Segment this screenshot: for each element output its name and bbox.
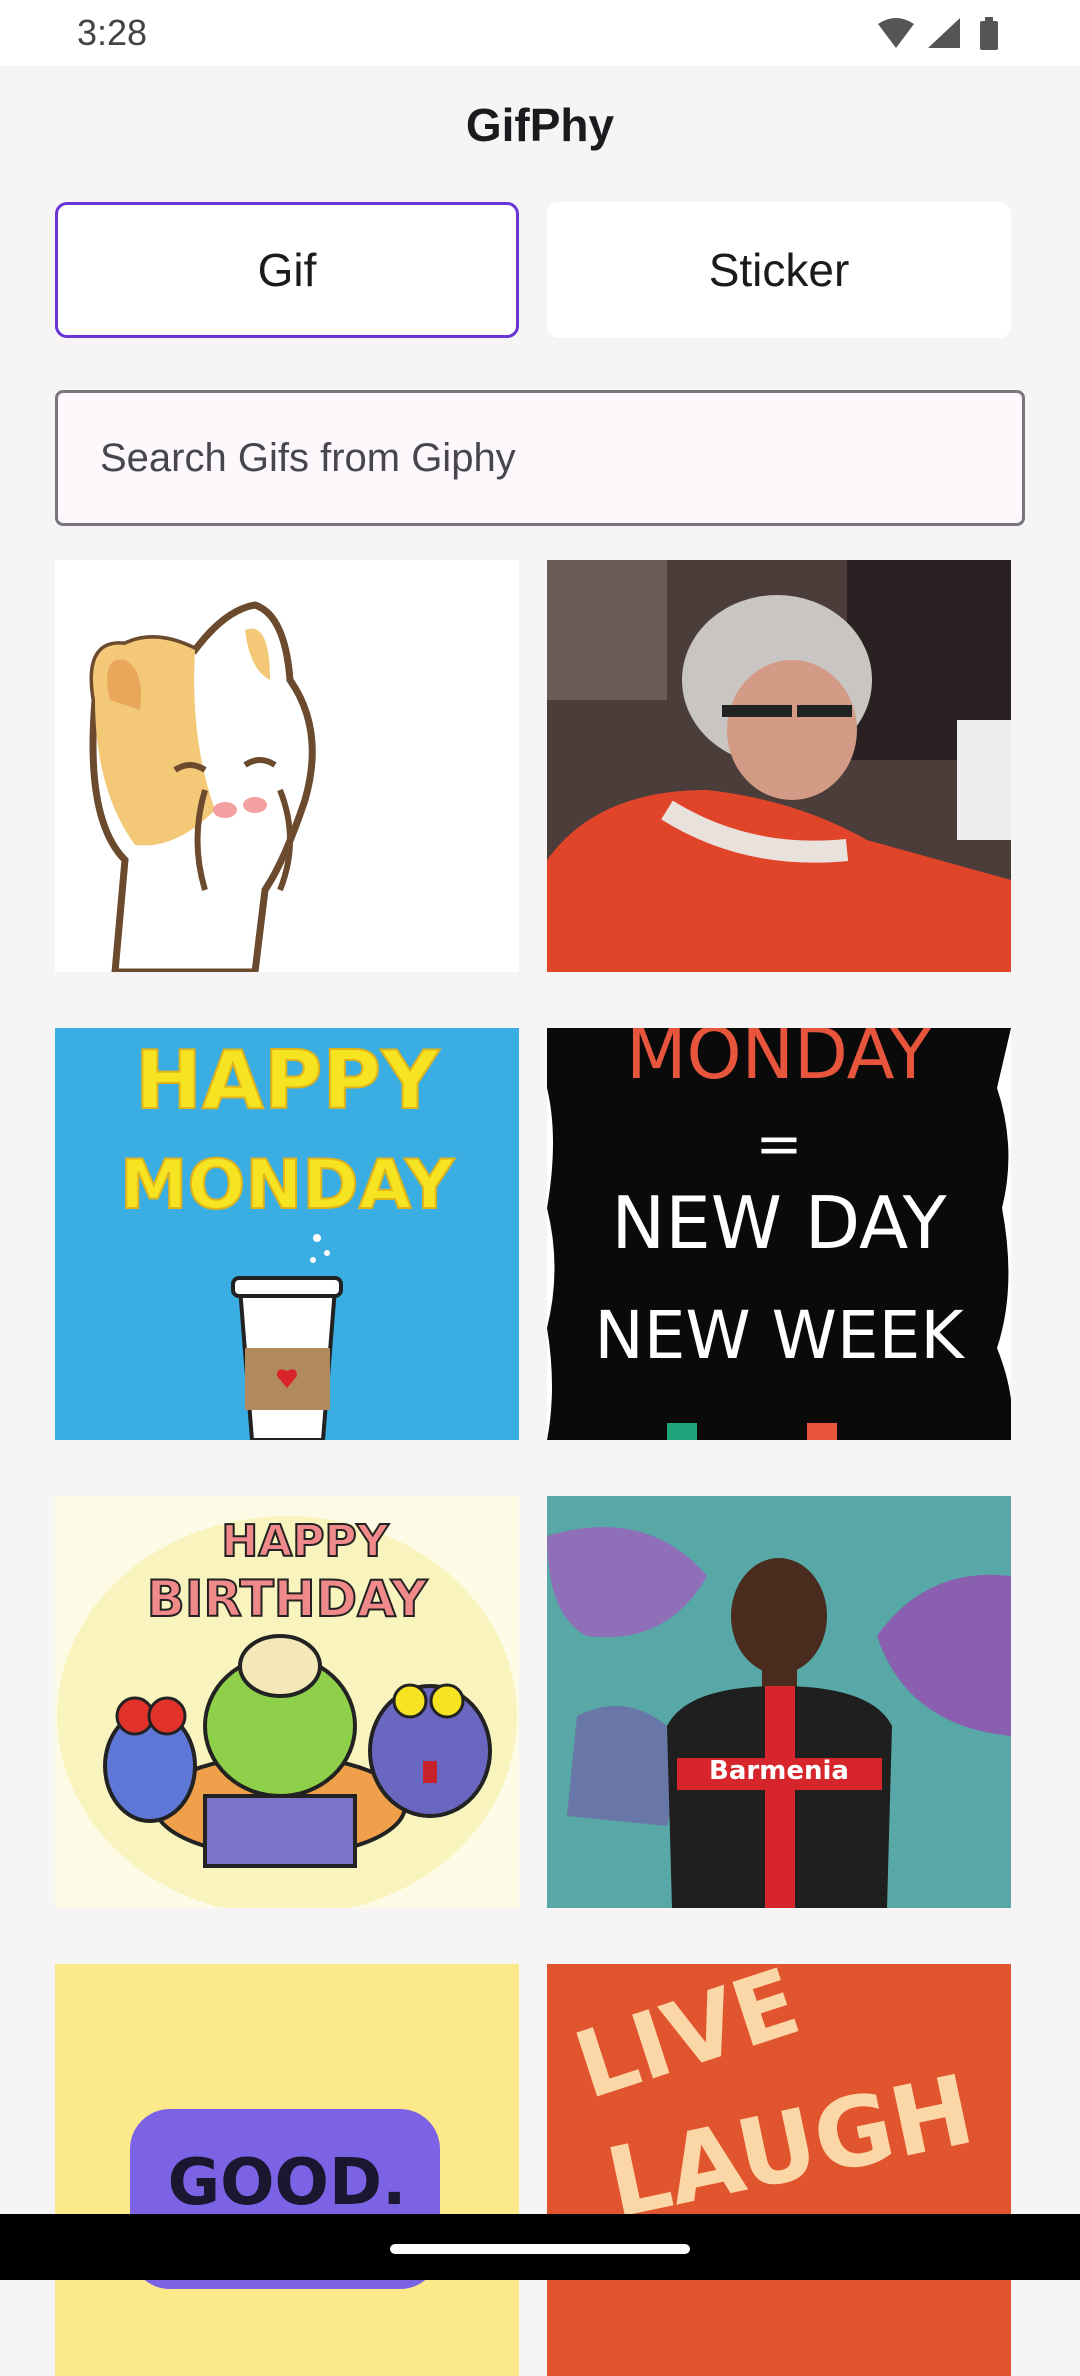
happy-monday-gif-image: HAPPY MONDAY [55,1028,519,1440]
tab-gif-label: Gif [257,244,317,296]
happy-birthday-bottom-text: BIRTHDAY [147,1570,428,1628]
gif-tile-monday-new-week[interactable]: MONDAY = NEW DAY NEW WEEK [547,1028,1011,1440]
happy-birthday-gif-image: HAPPY BIRTHDAY [55,1496,519,1908]
new-week-text: NEW WEEK [594,1297,965,1374]
status-bar: 3:28 [0,0,1080,66]
page-title: GifPhy [465,99,615,151]
gif-tile-grandma[interactable] [547,560,1011,972]
status-time: 3:28 [77,12,148,53]
football-player-gif-image: Barmenia [547,1496,1011,1908]
monday-top-text: MONDAY [626,1028,932,1095]
wifi-icon [878,18,914,48]
tab-sticker-label: Sticker [708,244,850,296]
search-placeholder: Search Gifs from Giphy [100,435,516,480]
gif-tile-football-player[interactable]: Barmenia [547,1496,1011,1908]
cat-gif-image [55,560,519,972]
jersey-sponsor-text: Barmenia [709,1756,849,1786]
equals-text: = [756,1112,803,1177]
live-laugh-gif-image: LIVE LAUGH [547,1964,1011,2376]
signal-icon [928,18,960,48]
monday-text: MONDAY [120,1146,455,1225]
tab-sticker[interactable]: Sticker [547,202,1011,338]
status-icons [876,16,1006,52]
good-gif-image: GOOD. [55,1964,519,2376]
gif-tile-cat[interactable] [55,560,519,972]
gif-tile-live-laugh[interactable]: LIVE LAUGH [547,1964,1011,2376]
home-gesture-handle[interactable] [390,2244,690,2254]
gif-tile-happy-birthday[interactable]: HAPPY BIRTHDAY [55,1496,519,1908]
monday-new-week-gif-image: MONDAY = NEW DAY NEW WEEK [547,1028,1011,1440]
gif-tile-good[interactable]: GOOD. [55,1964,519,2376]
happy-text: HAPPY [135,1034,440,1127]
gif-tile-happy-monday[interactable]: HAPPY MONDAY [55,1028,519,1440]
tab-gif[interactable]: Gif [55,202,519,338]
battery-icon [980,17,998,50]
happy-birthday-top-text: HAPPY [221,1516,389,1567]
search-input[interactable]: Search Gifs from Giphy [55,390,1025,526]
grandma-gif-image [547,560,1011,972]
new-day-text: NEW DAY [611,1181,947,1265]
good-text: GOOD. [168,2146,407,2220]
